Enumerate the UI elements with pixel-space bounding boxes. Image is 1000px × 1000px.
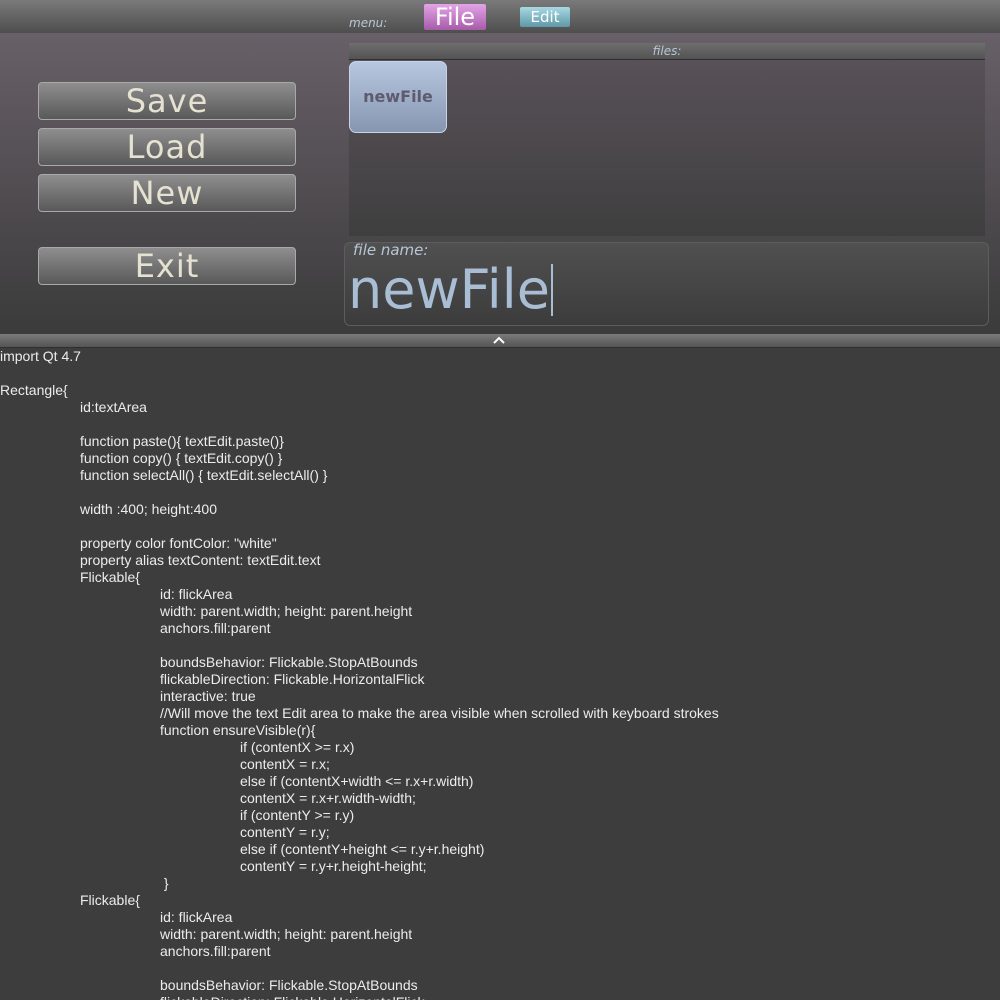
text-caret	[550, 264, 553, 316]
new-button[interactable]: New	[38, 174, 296, 212]
code-line: //Will move the text Edit area to make t…	[160, 705, 719, 721]
code-line: function ensureVisible(r){	[160, 722, 316, 738]
file-dialog-panel: Save Load New Exit files: newFile file n…	[0, 33, 1000, 334]
files-header: files:	[349, 43, 985, 60]
exit-button[interactable]: Exit	[38, 247, 296, 285]
code-line: width :400; height:400	[80, 501, 217, 517]
menu-file-button[interactable]: File	[424, 4, 486, 30]
files-label: files:	[652, 44, 682, 58]
load-button[interactable]: Load	[38, 128, 296, 166]
code-line: anchors.fill:parent	[160, 620, 271, 636]
code-line: width: parent.width; height: parent.heig…	[160, 603, 413, 619]
text-editor[interactable]: import Qt 4.7 Rectangle{ id:textArea functi…	[0, 348, 1000, 1000]
code-line: contentX = r.x+r.width-width;	[240, 790, 416, 806]
menu-bar: menu: File Edit	[0, 0, 1000, 33]
splitter-handle[interactable]	[0, 334, 1000, 348]
code-line: flickableDirection: Flickable.Horizontal…	[0, 994, 1000, 1000]
code-content: import Qt 4.7 Rectangle{ id:textArea functi…	[0, 348, 1000, 1000]
chevron-up-icon[interactable]	[491, 334, 507, 347]
code-line: id: flickArea	[160, 586, 233, 602]
code-line: else if (contentY+height <= r.y+r.height…	[240, 841, 485, 857]
menu-label: menu:	[349, 16, 388, 30]
code-line: Flickable{	[80, 892, 140, 908]
file-name-box: file name: newFile	[344, 241, 989, 326]
code-line: anchors.fill:parent	[160, 943, 271, 959]
code-line: else if (contentX+width <= r.x+r.width)	[240, 773, 474, 789]
code-line: function copy() { textEdit.copy() }	[80, 450, 283, 466]
files-list[interactable]: newFile	[349, 60, 985, 236]
code-line: id: flickArea	[160, 909, 233, 925]
menu-edit-button[interactable]: Edit	[520, 7, 570, 27]
code-line: id:textArea	[80, 399, 147, 415]
save-button[interactable]: Save	[38, 82, 296, 120]
code-line: if (contentY >= r.y)	[240, 807, 355, 823]
code-line: import Qt 4.7	[0, 348, 81, 364]
code-line: boundsBehavior: Flickable.StopAtBounds	[160, 654, 418, 670]
code-line: }	[160, 875, 169, 891]
code-line: flickableDirection: Flickable.Horizontal…	[160, 671, 425, 687]
code-line: function paste(){ textEdit.paste()}	[80, 433, 284, 449]
code-line: property color fontColor: "white"	[80, 535, 277, 551]
code-line: contentX = r.x;	[240, 756, 330, 772]
code-line: if (contentX >= r.x)	[240, 739, 355, 755]
code-line: boundsBehavior: Flickable.StopAtBounds	[160, 977, 418, 993]
code-line: Flickable{	[80, 569, 140, 585]
file-item[interactable]: newFile	[349, 61, 447, 133]
code-line: Rectangle{	[0, 382, 68, 398]
code-line: contentY = r.y+r.height-height;	[240, 858, 427, 874]
code-line: width: parent.width; height: parent.heig…	[160, 926, 413, 942]
file-name-label: file name:	[353, 241, 429, 259]
code-line: interactive: true	[160, 688, 256, 704]
code-line: function selectAll() { textEdit.selectAl…	[80, 467, 328, 483]
code-line: property alias textContent: textEdit.tex…	[80, 552, 321, 568]
code-line: contentY = r.y;	[240, 824, 330, 840]
file-name-input[interactable]: newFile	[348, 259, 553, 321]
file-name-value: newFile	[348, 258, 550, 321]
